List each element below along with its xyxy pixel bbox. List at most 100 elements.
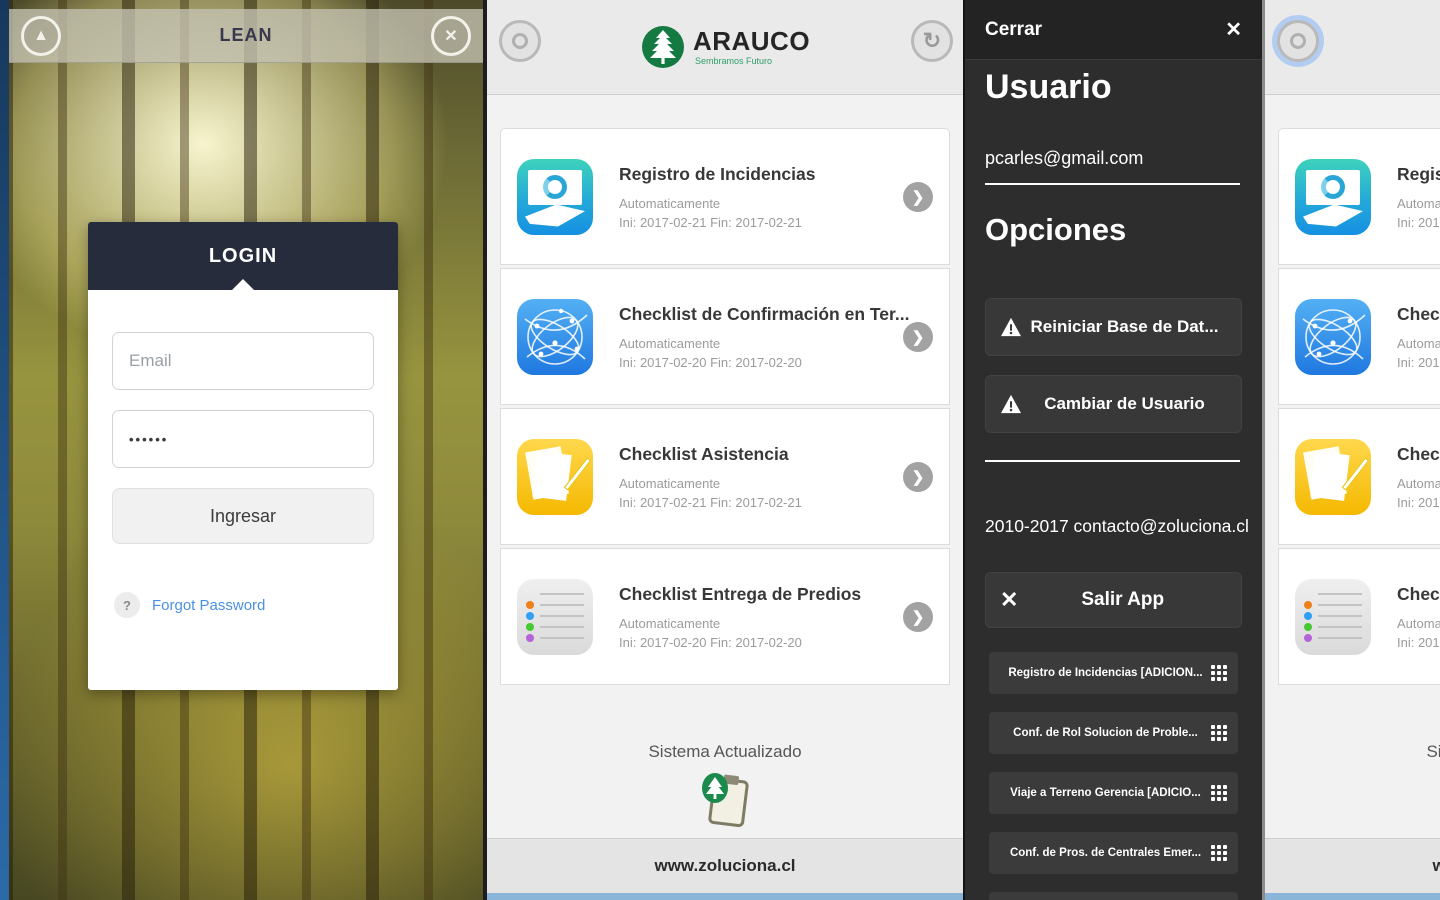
item-subtitle: Automaticamente <box>619 475 721 491</box>
shortcut-item[interactable]: Registro de Incidencias [ADICION... <box>989 652 1238 694</box>
shortcut-item[interactable]: Conf. de Rol Solucion de Proble... <box>989 712 1238 754</box>
item-subtitle: Automaticamente <box>619 335 721 351</box>
item-title: Registro de Incidencias <box>619 163 816 184</box>
lean-title: LEAN <box>219 25 273 45</box>
left-edge-strip <box>0 0 9 900</box>
chevron-right-icon[interactable]: ❯ <box>903 601 933 632</box>
item-subtitle: Automaticamente <box>619 195 721 211</box>
login-panel: ▲ LEAN ✕ LOGIN Ingresar ? Forgot Passwor… <box>0 0 483 900</box>
login-header-notch <box>232 279 254 290</box>
change-user-button[interactable]: Cambiar de Usuario <box>985 375 1242 433</box>
brand-logo: ARAUCO Sembramos Futuro <box>640 24 810 70</box>
login-card-header: LOGIN <box>88 222 398 290</box>
password-field[interactable] <box>112 410 374 468</box>
options-heading: Opciones <box>985 212 1127 247</box>
app-panel: ARAUCO Sembramos Futuro ↻ Registro de In… <box>487 0 963 900</box>
chevron-right-icon[interactable]: ❯ <box>903 181 933 212</box>
shortcut-item[interactable]: Viaje a Terreno Gerencia [ADICIO... <box>989 772 1238 814</box>
status-text: Sistema Actualizado <box>648 742 802 761</box>
target-nav-button[interactable] <box>1277 20 1319 62</box>
list-item[interactable]: Registro de Incidencias Automaticamente … <box>1278 128 1440 265</box>
app-footer-bar: www.zoluciona.cl <box>1265 838 1440 893</box>
list-item[interactable]: Checklist Asistencia Automaticamente Ini… <box>1278 408 1440 545</box>
brand-name: ARAUCO <box>692 26 811 56</box>
cerrar-button[interactable]: Cerrar <box>985 19 1042 41</box>
shortcut-item[interactable]: Conf. de Pros. de Centrales Emer... <box>989 832 1238 874</box>
warning-icon <box>1001 317 1021 337</box>
notes-icon <box>517 438 593 515</box>
login-submit-button[interactable]: Ingresar <box>112 488 374 544</box>
exit-icon: ✕ <box>1000 587 1019 612</box>
divider <box>985 183 1240 185</box>
incidents-icon <box>517 158 593 235</box>
list-icon <box>517 578 593 655</box>
network-icon <box>1295 298 1371 375</box>
login-card: LOGIN Ingresar ? Forgot Password <box>88 222 398 690</box>
arauco-tree-icon <box>641 26 684 68</box>
screenshot-stage: ▲ LEAN ✕ LOGIN Ingresar ? Forgot Passwor… <box>0 0 1440 900</box>
clipboard-tree-icon <box>487 768 963 832</box>
brand-tagline: Sembramos Futuro <box>694 56 772 66</box>
close-window-button[interactable]: ✕ <box>431 15 471 56</box>
shortcut-label: Conf. de Pros. de Centrales Emer... <box>1009 847 1202 859</box>
list-item[interactable]: Checklist Entrega de Predios Automaticam… <box>500 548 950 685</box>
grid-icon <box>1211 785 1227 801</box>
chevron-right-icon[interactable]: ❯ <box>903 461 933 492</box>
target-icon <box>512 33 528 49</box>
checklist-list: Registro de Incidencias Automaticamente … <box>487 95 963 685</box>
item-dates: Ini: 2017-02-21 Fin: 2017-02-21 <box>619 214 802 230</box>
grid-icon <box>1211 845 1227 861</box>
item-dates: Ini: 2017-02-20 Fin: 2017-02-20 <box>619 354 802 370</box>
copyright-text: 2010-2017 contacto@zoluciona.cl <box>985 516 1249 536</box>
status-block: Sistema Actualizado <box>487 742 963 832</box>
list-item[interactable]: Checklist de Confirmación en Ter... Auto… <box>1278 268 1440 405</box>
menu-panel: Cerrar ✕ Usuario pcarles@gmail.com Opcio… <box>965 0 1262 900</box>
network-icon <box>517 298 593 375</box>
notes-icon <box>1295 438 1371 515</box>
refresh-button[interactable]: ↻ <box>911 20 953 62</box>
target-icon <box>1290 33 1306 49</box>
forgot-password-row: ? Forgot Password <box>112 592 374 618</box>
close-icon: ✕ <box>444 27 458 45</box>
grid-icon <box>1211 725 1227 741</box>
lean-header-bar: ▲ LEAN ✕ <box>9 9 483 63</box>
shortcut-label: Registro de Incidencias [ADICION... <box>1008 667 1203 679</box>
shortcut-label: Conf. de Rol Solucion de Proble... <box>1013 727 1198 739</box>
divider <box>985 460 1240 462</box>
nav-home-button[interactable]: ▲ <box>21 15 61 56</box>
login-heading: LOGIN <box>208 244 278 267</box>
question-icon: ? <box>114 592 140 618</box>
item-subtitle: Automaticamente <box>619 615 721 631</box>
refresh-icon: ↻ <box>922 28 942 53</box>
grid-icon <box>1211 665 1227 681</box>
shortcut-label: Viaje a Terreno Gerencia [ADICIO... <box>1010 787 1201 799</box>
item-dates: Ini: 2017-02-20 Fin: 2017-02-20 <box>619 634 802 650</box>
item-dates: Ini: 2017-02-21 Fin: 2017-02-21 <box>619 494 802 510</box>
item-title: Checklist de Confirmación en Ter... <box>619 303 910 324</box>
user-email: pcarles@gmail.com <box>985 148 1144 168</box>
list-icon <box>1295 578 1371 655</box>
target-nav-button[interactable] <box>499 20 541 62</box>
forgot-password-link[interactable]: Forgot Password <box>152 597 265 614</box>
list-item[interactable]: Checklist de Confirmación en Ter... Auto… <box>500 268 950 405</box>
list-item[interactable]: Checklist Entrega de Predios Automaticam… <box>1278 548 1440 685</box>
button-label: Reiniciar Base de Dat... <box>1030 317 1219 336</box>
bottom-accent-strip <box>1265 893 1440 900</box>
reset-database-button[interactable]: Reiniciar Base de Dat... <box>985 298 1242 356</box>
warning-icon <box>1001 394 1021 414</box>
button-label: Salir App <box>1081 589 1165 610</box>
close-icon[interactable]: ✕ <box>1225 17 1242 42</box>
menu-header-bar: Cerrar ✕ <box>965 0 1262 60</box>
email-field[interactable] <box>112 332 374 390</box>
shortcut-item-partial[interactable] <box>989 892 1238 900</box>
exit-app-button[interactable]: ✕ Salir App <box>985 572 1242 628</box>
user-heading: Usuario <box>985 68 1112 106</box>
item-title: Checklist Entrega de Predios <box>619 583 862 604</box>
app-header-bar <box>1265 0 1440 95</box>
button-label: Cambiar de Usuario <box>1044 394 1205 413</box>
bottom-accent-strip <box>487 893 963 900</box>
list-item[interactable]: Registro de Incidencias Automaticamente … <box>500 128 950 265</box>
chevron-right-icon[interactable]: ❯ <box>903 321 933 352</box>
footer-url[interactable]: www.zoluciona.cl <box>654 856 795 876</box>
list-item[interactable]: Checklist Asistencia Automaticamente Ini… <box>500 408 950 545</box>
